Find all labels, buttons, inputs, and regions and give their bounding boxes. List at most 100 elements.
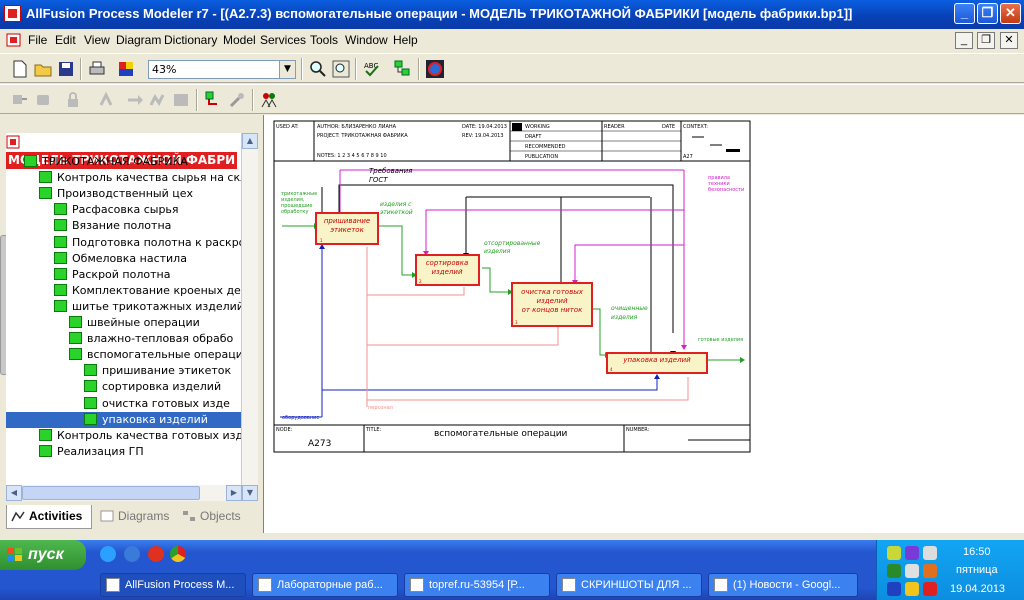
tray-icon-7[interactable] — [887, 582, 901, 596]
scroll-left-icon[interactable]: ◀ — [6, 485, 22, 501]
mdi-restore-button[interactable]: ❐ — [977, 32, 995, 49]
print-icon[interactable] — [87, 59, 107, 79]
activity-box-2[interactable]: сортировка изделий 2 — [415, 254, 480, 286]
pointer-tool-icon[interactable] — [10, 90, 30, 110]
tray-icon-4[interactable] — [887, 564, 901, 578]
squiggle-tool-icon[interactable] — [148, 90, 168, 110]
tree-item[interactable]: Расфасовка сырья — [54, 202, 179, 218]
arrow-tool-icon[interactable] — [125, 90, 145, 110]
new-file-icon[interactable] — [10, 59, 30, 79]
activity-box-3[interactable]: очистка готовых изделий от концов ниток … — [511, 282, 593, 327]
tree-item[interactable]: упаковка изделий — [6, 411, 242, 428]
menu-window[interactable]: Window — [345, 33, 388, 47]
document-icon[interactable] — [6, 33, 22, 47]
tree-item[interactable]: швейные операции — [69, 315, 200, 331]
zoom-in-icon[interactable] — [308, 59, 328, 79]
spell-check-icon[interactable]: ABC — [362, 59, 382, 79]
tree-root[interactable]: МОДЕЛЬ ТРИКОТАЖНОЙ ФАБРИ — [6, 135, 242, 169]
people-icon[interactable] — [259, 90, 279, 110]
tree-item[interactable]: пришивание этикеток — [84, 363, 231, 379]
internet-explorer-icon[interactable] — [124, 546, 140, 562]
scroll-down-icon[interactable]: ▼ — [242, 485, 258, 501]
tree-item[interactable]: Подготовка полотна к раскрою — [54, 235, 242, 251]
volume-icon[interactable] — [923, 564, 937, 578]
menu-tools[interactable]: Tools — [310, 33, 338, 47]
close-button[interactable]: ✕ — [1000, 3, 1021, 24]
menu-edit[interactable]: Edit — [55, 33, 76, 47]
menu-file[interactable]: File — [28, 33, 47, 47]
tree-item[interactable]: Обмеловка настила — [54, 251, 187, 267]
tab-objects[interactable]: Objects — [178, 505, 254, 529]
tree-item[interactable]: Контроль качества готовых изде — [39, 428, 242, 444]
tree-item[interactable]: Раскрой полотна — [54, 267, 170, 283]
opera-icon[interactable] — [148, 546, 164, 562]
tree-item[interactable]: сортировка изделий — [84, 379, 221, 395]
tree-item[interactable]: ТРИКОТАЖНАЯ ФАБРИКА — [24, 154, 188, 170]
taskbar-item-lab-works[interactable]: Лабораторные раб... — [252, 573, 398, 597]
show-desktop-icon[interactable] — [100, 546, 116, 562]
activity-box-1[interactable]: пришивание этикеток 1 — [315, 212, 379, 245]
chevron-down-icon[interactable]: ▼ — [279, 61, 295, 78]
tree-vertical-scrollbar[interactable]: ▲ ▼ — [241, 133, 258, 501]
mdi-minimize-button[interactable]: _ — [955, 32, 973, 49]
taskbar-item-allfusion[interactable]: AllFusion Process M... — [100, 573, 246, 597]
mdi-close-button[interactable]: ✕ — [1000, 32, 1018, 49]
globe-icon[interactable] — [425, 59, 445, 79]
tray-icon-1[interactable] — [887, 546, 901, 560]
tree-item[interactable]: влажно-тепловая обрабо — [69, 331, 233, 347]
tray-icon-8[interactable] — [905, 582, 919, 596]
color-palette-icon[interactable] — [116, 59, 136, 79]
menu-model[interactable]: Model — [223, 33, 256, 47]
chrome-icon[interactable] — [170, 546, 186, 562]
tools-icon[interactable] — [227, 90, 247, 110]
tree-item[interactable]: Контроль качества сырья на скла — [39, 170, 242, 186]
tree-item[interactable]: Вязание полотна — [54, 218, 171, 234]
scroll-thumb[interactable] — [22, 486, 200, 500]
precedence-icon[interactable] — [96, 90, 116, 110]
diagram-canvas[interactable]: USED AT: AUTHOR: БЛИЗАРЕНКО ЛИАНА DATE: … — [263, 115, 1024, 533]
model-explorer-icon[interactable] — [393, 59, 413, 79]
save-icon[interactable] — [56, 59, 76, 79]
minimize-button[interactable]: _ — [954, 3, 975, 24]
tray-icon-5[interactable] — [905, 564, 919, 578]
scroll-up-icon[interactable]: ▲ — [242, 133, 258, 149]
maximize-button[interactable]: ❐ — [977, 3, 998, 24]
scroll-right-icon[interactable]: ▶ — [226, 485, 242, 501]
box-1-line-2: этикеток — [330, 226, 364, 234]
tab-diagrams[interactable]: Diagrams — [96, 505, 176, 529]
zoom-select[interactable]: 43% ▼ — [148, 60, 296, 79]
menu-help[interactable]: Help — [393, 33, 418, 47]
taskbar-item-topref[interactable]: topref.ru-53954 [Р... — [404, 573, 550, 597]
lock-icon[interactable] — [63, 90, 83, 110]
tray-icon-9[interactable] — [923, 582, 937, 596]
tree-item[interactable]: вспомогательные операци — [69, 347, 242, 363]
tree-item[interactable]: шитье трикотажных изделий — [54, 299, 242, 315]
menu-services[interactable]: Services — [260, 33, 306, 47]
menu-dictionary[interactable]: Dictionary — [164, 33, 217, 47]
tray-icon-3[interactable] — [923, 546, 937, 560]
tree-item[interactable]: очистка готовых изде — [84, 396, 230, 412]
activity-box-icon[interactable] — [33, 90, 53, 110]
word-icon — [258, 578, 272, 592]
number-label: NUMBER: — [626, 427, 650, 433]
tree-item[interactable]: Комплектование кроеных де — [54, 283, 241, 299]
zoom-fit-icon[interactable] — [331, 59, 351, 79]
tab-objects-label: Objects — [200, 509, 241, 523]
tree-item-label: Вязание полотна — [72, 219, 172, 233]
text-tool-icon[interactable] — [171, 90, 191, 110]
tray-icon-2[interactable] — [905, 546, 919, 560]
taskbar-item-screenshots[interactable]: СКРИНШОТЫ ДЛЯ ... — [556, 573, 702, 597]
taskbar-item-chrome-news[interactable]: (1) Новости - Googl... — [708, 573, 858, 597]
menu-diagram[interactable]: Diagram — [116, 33, 161, 47]
activity-box-4[interactable]: упаковка изделий 4 — [606, 352, 708, 374]
navigate-icon[interactable] — [203, 90, 223, 110]
open-folder-icon[interactable] — [33, 59, 53, 79]
used-at-label: USED AT: — [276, 124, 299, 130]
start-button[interactable]: пуск — [0, 540, 86, 570]
clock-time[interactable]: 16:50 — [963, 546, 991, 558]
tree-item[interactable]: Реализация ГП — [39, 444, 144, 460]
menu-view[interactable]: View — [84, 33, 110, 47]
tree-horizontal-scrollbar[interactable]: ◀ ▶ — [6, 485, 242, 501]
tree-item[interactable]: Производственный цех — [39, 186, 193, 202]
tab-activities[interactable]: Activities — [6, 505, 92, 529]
